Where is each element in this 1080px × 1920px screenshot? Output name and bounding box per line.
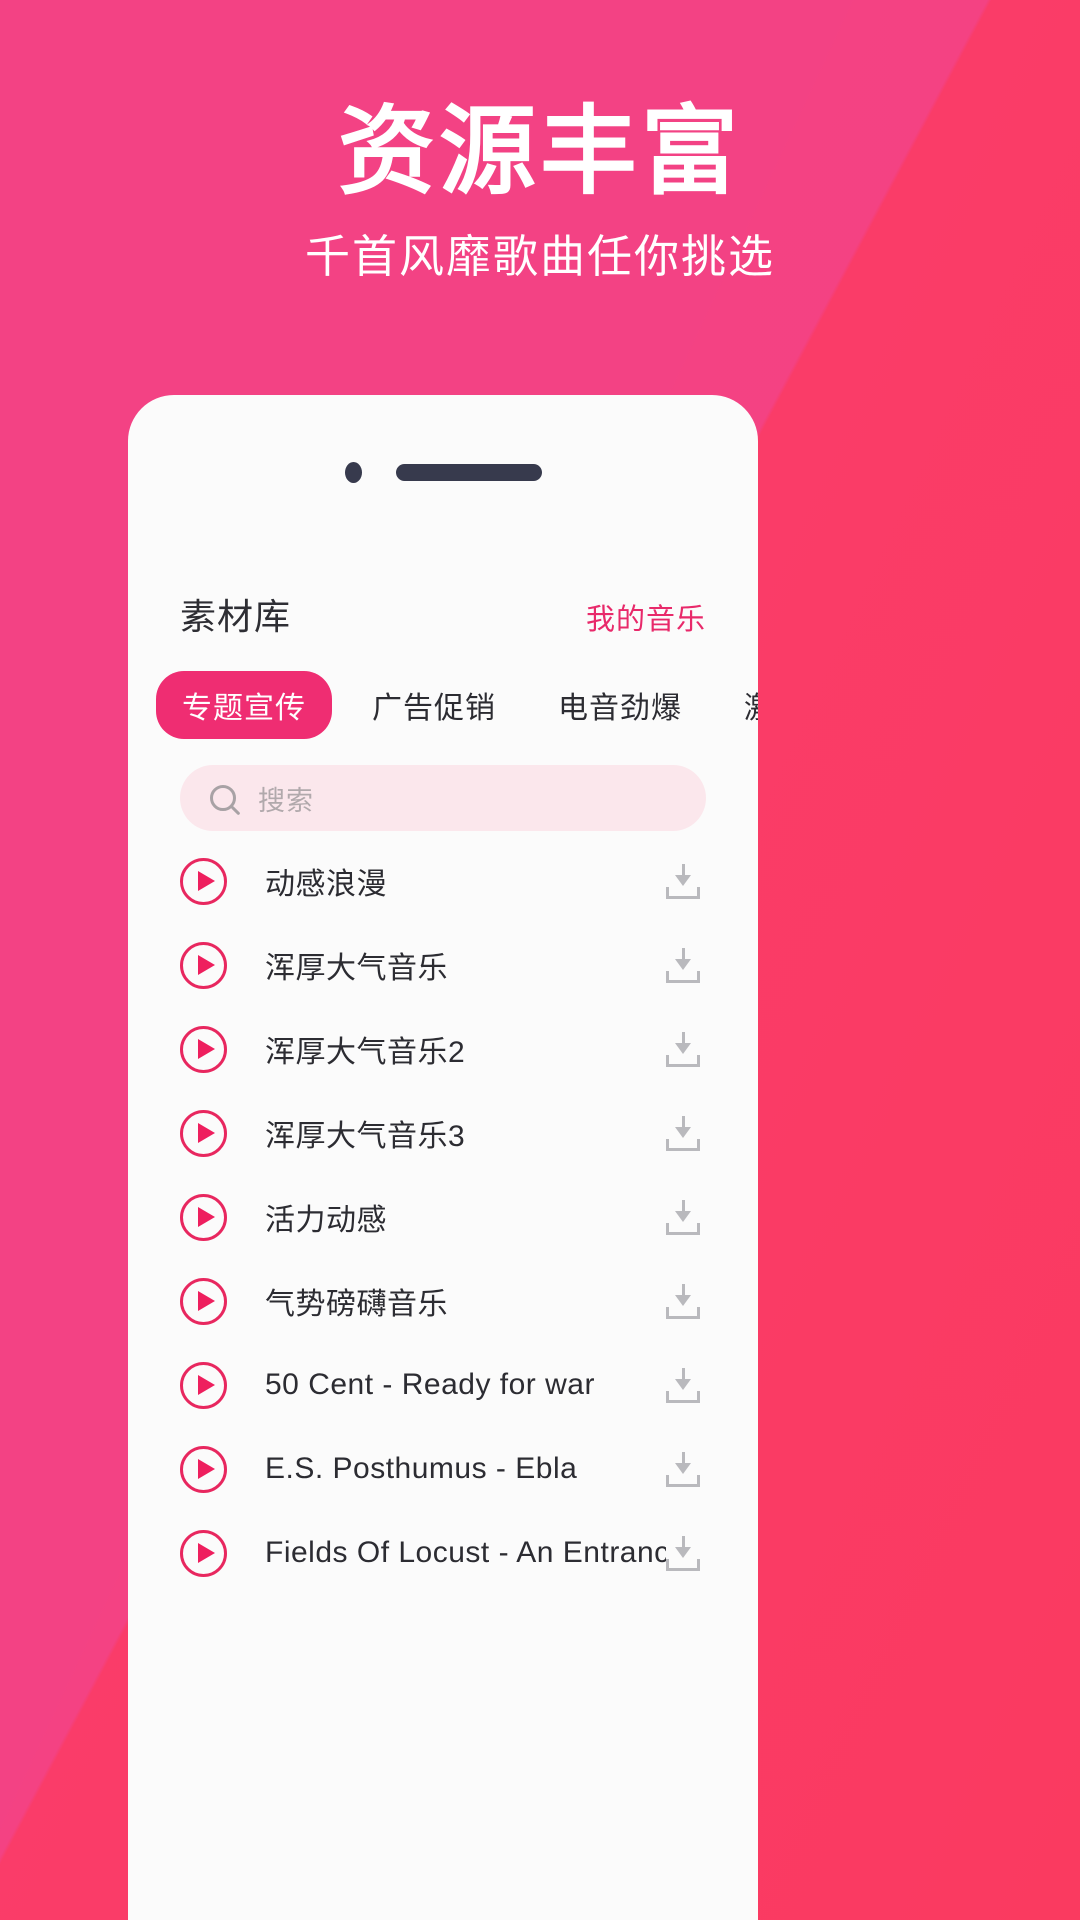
list-item[interactable]: 活力动感 [128,1175,758,1259]
list-item[interactable]: 动感浪漫 [128,839,758,923]
download-icon[interactable] [666,1115,700,1151]
song-list: 动感浪漫 浑厚大气音乐 浑厚大气音乐2 浑厚大气音乐3 活力动感 气势磅礴音乐 [128,831,758,1595]
list-item[interactable]: 浑厚大气音乐3 [128,1091,758,1175]
list-item[interactable]: E.S. Posthumus - Ebla [128,1427,758,1511]
play-circle-icon[interactable] [180,1529,227,1577]
play-circle-icon[interactable] [180,1361,227,1409]
page-title: 素材库 [180,596,292,637]
camera-dot-icon [344,462,362,483]
list-item[interactable]: 气势磅礴音乐 [128,1259,758,1343]
search-input[interactable]: 搜索 [180,765,706,831]
song-title: Fields Of Locust - An Entrance [265,1536,666,1569]
download-icon[interactable] [666,863,700,899]
tab-guanggao-cuxiao[interactable]: 广告促销 [350,672,518,738]
play-circle-icon[interactable] [180,1445,227,1493]
play-circle-icon[interactable] [180,1109,227,1157]
play-circle-icon[interactable] [180,1277,227,1325]
download-icon[interactable] [666,1031,700,1067]
download-icon[interactable] [666,947,700,983]
song-title: 动感浪漫 [265,868,387,901]
song-title: 浑厚大气音乐 [265,952,448,985]
list-item[interactable]: 50 Cent - Ready for war [128,1343,758,1427]
list-item[interactable]: 浑厚大气音乐 [128,923,758,1007]
download-icon[interactable] [666,1367,700,1403]
speaker-grill-icon [395,464,542,481]
song-title: 浑厚大气音乐2 [265,1036,466,1069]
promo-text-block: 资源丰富 千首风靡歌曲任你挑选 [0,0,1080,279]
song-title: 浑厚大气音乐3 [265,1120,466,1153]
play-circle-icon[interactable] [180,857,227,905]
promo-subheadline: 千首风靡歌曲任你挑选 [304,231,775,282]
search-placeholder: 搜索 [258,785,314,816]
download-icon[interactable] [666,1283,700,1319]
song-title: E.S. Posthumus - Ebla [265,1452,578,1485]
app-header: 素材库 我的音乐 [128,500,758,640]
play-circle-icon[interactable] [180,941,227,989]
search-section: 搜索 [128,739,758,831]
song-title: 50 Cent - Ready for war [265,1368,595,1401]
promo-headline: 资源丰富 [338,97,742,206]
song-title: 活力动感 [265,1204,387,1237]
tab-jiqing-pangbo[interactable]: 激情磅礴 [722,672,758,738]
song-title: 气势磅礴音乐 [265,1288,448,1321]
phone-top-bar [128,395,758,500]
list-item[interactable]: 浑厚大气音乐2 [128,1007,758,1091]
download-icon[interactable] [666,1199,700,1235]
phone-mockup: 素材库 我的音乐 专题宣传 广告促销 电音劲爆 激情磅礴 搜索 动感浪漫 浑厚大… [128,395,758,1920]
search-icon [210,785,236,811]
download-icon[interactable] [666,1451,700,1487]
download-icon[interactable] [666,1535,700,1571]
tab-zhuanti-xuanchuan[interactable]: 专题宣传 [156,671,332,739]
tab-dianyin-jinbao[interactable]: 电音劲爆 [536,672,704,738]
list-item[interactable]: Fields Of Locust - An Entrance [128,1511,758,1595]
play-circle-icon[interactable] [180,1193,227,1241]
my-music-link[interactable]: 我的音乐 [586,596,706,638]
play-circle-icon[interactable] [180,1025,227,1073]
category-tabs: 专题宣传 广告促销 电音劲爆 激情磅礴 [128,640,758,739]
